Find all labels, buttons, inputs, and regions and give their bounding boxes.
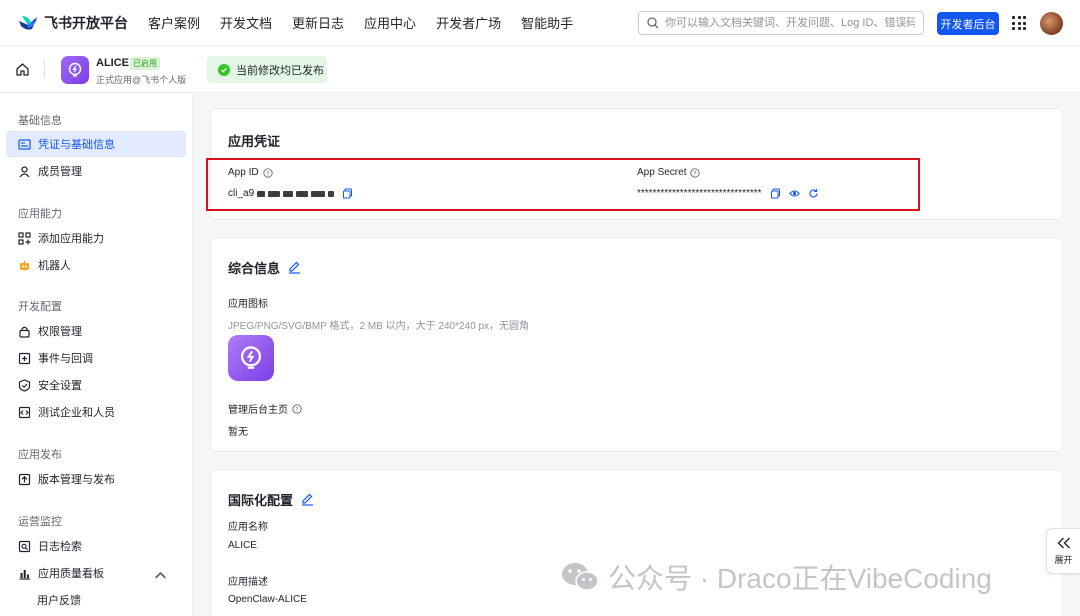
edit-icon[interactable] <box>301 493 314 506</box>
logo-text: 飞书开放平台 <box>44 14 128 31</box>
highlight-box <box>206 158 920 211</box>
event-icon <box>18 352 31 364</box>
general-info-title-text: 综合信息 <box>228 261 281 276</box>
sidebar-item-label: 用户反馈 <box>37 595 81 607</box>
sidebar-group-release: 应用发布 <box>18 449 62 461</box>
sidebar: 基础信息 凭证与基础信息 成员管理 应用能力 添加应用能力 机器人 开发配置 权… <box>0 94 193 616</box>
developer-console-button[interactable]: 开发者后台 <box>937 12 999 35</box>
nav-item-dev-square[interactable]: 开发者广场 <box>436 13 501 32</box>
sidebar-group-basic: 基础信息 <box>18 115 62 127</box>
sidebar-item-credentials[interactable]: 凭证与基础信息 <box>6 131 186 157</box>
app-subtitle: 正式应用@飞书个人版 <box>96 75 187 85</box>
top-nav: 飞书开放平台 客户案例 开发文档 更新日志 应用中心 开发者广场 智能助手 开发… <box>0 0 1080 46</box>
credentials-title: 应用凭证 <box>228 134 281 149</box>
sidebar-group-capability: 应用能力 <box>18 208 62 220</box>
homepage-value: 暂无 <box>228 427 248 438</box>
app-icon-preview[interactable] <box>228 335 274 381</box>
app-name: ALICE <box>96 57 129 69</box>
chevron-up-icon[interactable] <box>154 569 167 582</box>
id-card-icon <box>18 138 31 150</box>
sidebar-item-label: 添加应用能力 <box>38 233 104 245</box>
search-icon <box>647 17 659 29</box>
code-icon <box>18 406 31 418</box>
robot-icon <box>20 260 29 270</box>
shield-icon <box>18 378 31 392</box>
i18n-title: 国际化配置 <box>228 490 314 509</box>
double-chevron-left-icon <box>1057 537 1070 548</box>
expand-label: 展开 <box>1054 554 1073 565</box>
nav-item-assistant[interactable]: 智能助手 <box>521 13 573 32</box>
upload-icon <box>18 473 31 485</box>
sidebar-item-feedback[interactable]: 用户反馈 <box>6 587 186 613</box>
home-icon[interactable] <box>15 62 30 77</box>
edit-icon[interactable] <box>288 261 301 274</box>
sidebar-item-test-org[interactable]: 测试企业和人员 <box>6 399 186 425</box>
help-icon[interactable]: ? <box>292 403 302 414</box>
app-icon-label: 应用图标 <box>228 299 268 310</box>
app-grid-icon[interactable] <box>1012 16 1026 30</box>
sidebar-item-label: 事件与回调 <box>38 353 93 365</box>
logo[interactable]: 飞书开放平台 <box>18 13 130 33</box>
divider <box>44 60 45 78</box>
nav-menu: 客户案例 开发文档 更新日志 应用中心 开发者广场 智能助手 <box>148 13 593 32</box>
sidebar-item-members[interactable]: 成员管理 <box>6 158 186 184</box>
sidebar-item-bot[interactable]: 机器人 <box>6 252 186 278</box>
app-icon <box>61 56 89 84</box>
homepage-label: 管理后台主页 ? <box>228 401 302 416</box>
sidebar-item-label: 权限管理 <box>38 326 82 338</box>
sidebar-item-events[interactable]: 事件与回调 <box>6 345 186 371</box>
general-info-card: 综合信息 应用图标 JPEG/PNG/SVG/BMP 格式，2 MB 以内，大于… <box>210 237 1063 452</box>
app-desc-label: 应用描述 <box>228 577 268 588</box>
sidebar-item-log-search[interactable]: 日志检索 <box>6 533 186 559</box>
homepage-label-text: 管理后台主页 <box>228 405 288 416</box>
avatar[interactable] <box>1040 12 1063 35</box>
nav-item-changelog[interactable]: 更新日志 <box>292 13 344 32</box>
sidebar-group-monitor: 运营监控 <box>18 516 62 528</box>
nav-item-app-center[interactable]: 应用中心 <box>364 13 416 32</box>
sidebar-item-label: 凭证与基础信息 <box>38 139 115 151</box>
search-box[interactable] <box>638 11 924 35</box>
sidebar-item-versions[interactable]: 版本管理与发布 <box>6 466 186 492</box>
lightbulb-icon <box>240 346 262 369</box>
sidebar-item-label: 成员管理 <box>38 166 82 178</box>
watermark: 公众号 · Draco正在VibeCoding <box>560 557 992 597</box>
sidebar-item-label: 安全设置 <box>38 380 82 392</box>
lock-icon <box>19 326 30 338</box>
general-info-title: 综合信息 <box>228 258 301 277</box>
expand-panel-button[interactable]: 展开 <box>1046 528 1080 574</box>
app-name-value: ALICE <box>228 540 257 551</box>
grid-plus-icon <box>18 231 31 245</box>
bar-chart-icon <box>19 569 30 580</box>
check-circle-icon <box>218 63 230 76</box>
nav-item-docs[interactable]: 开发文档 <box>220 13 272 32</box>
sidebar-item-label: 测试企业和人员 <box>38 407 115 419</box>
sidebar-item-permissions[interactable]: 权限管理 <box>6 318 186 344</box>
user-icon <box>19 165 30 177</box>
sidebar-group-dev-config: 开发配置 <box>18 301 62 313</box>
app-name-label: 应用名称 <box>228 522 268 533</box>
lightbulb-icon <box>68 62 82 77</box>
nav-item-cases[interactable]: 客户案例 <box>148 13 200 32</box>
publish-status: 当前修改均已发布 <box>207 56 327 83</box>
wechat-icon <box>562 563 599 591</box>
sidebar-item-label: 应用质量看板 <box>38 568 104 580</box>
status-badge: 已启用 <box>130 57 160 70</box>
sidebar-item-add-capability[interactable]: 添加应用能力 <box>6 225 186 251</box>
sidebar-item-quality-board[interactable]: 应用质量看板 <box>6 560 186 586</box>
sidebar-item-label: 日志检索 <box>38 541 82 553</box>
app-icon-hint: JPEG/PNG/SVG/BMP 格式，2 MB 以内，大于 240*240 p… <box>228 321 530 332</box>
app-desc-value: OpenClaw-ALICE <box>228 594 307 605</box>
sidebar-item-label: 机器人 <box>38 260 71 272</box>
search-input[interactable] <box>665 17 915 29</box>
watermark-text: 公众号 · Draco正在VibeCoding <box>608 563 992 594</box>
feishu-logo-icon <box>19 15 37 30</box>
log-search-icon <box>18 540 31 552</box>
publish-status-text: 当前修改均已发布 <box>236 64 324 77</box>
app-header: ALICE 已启用 正式应用@飞书个人版 <box>0 46 1080 93</box>
sidebar-item-label: 版本管理与发布 <box>38 474 115 486</box>
svg-text:?: ? <box>295 405 298 413</box>
i18n-title-text: 国际化配置 <box>228 493 294 508</box>
sidebar-item-security[interactable]: 安全设置 <box>6 372 186 398</box>
